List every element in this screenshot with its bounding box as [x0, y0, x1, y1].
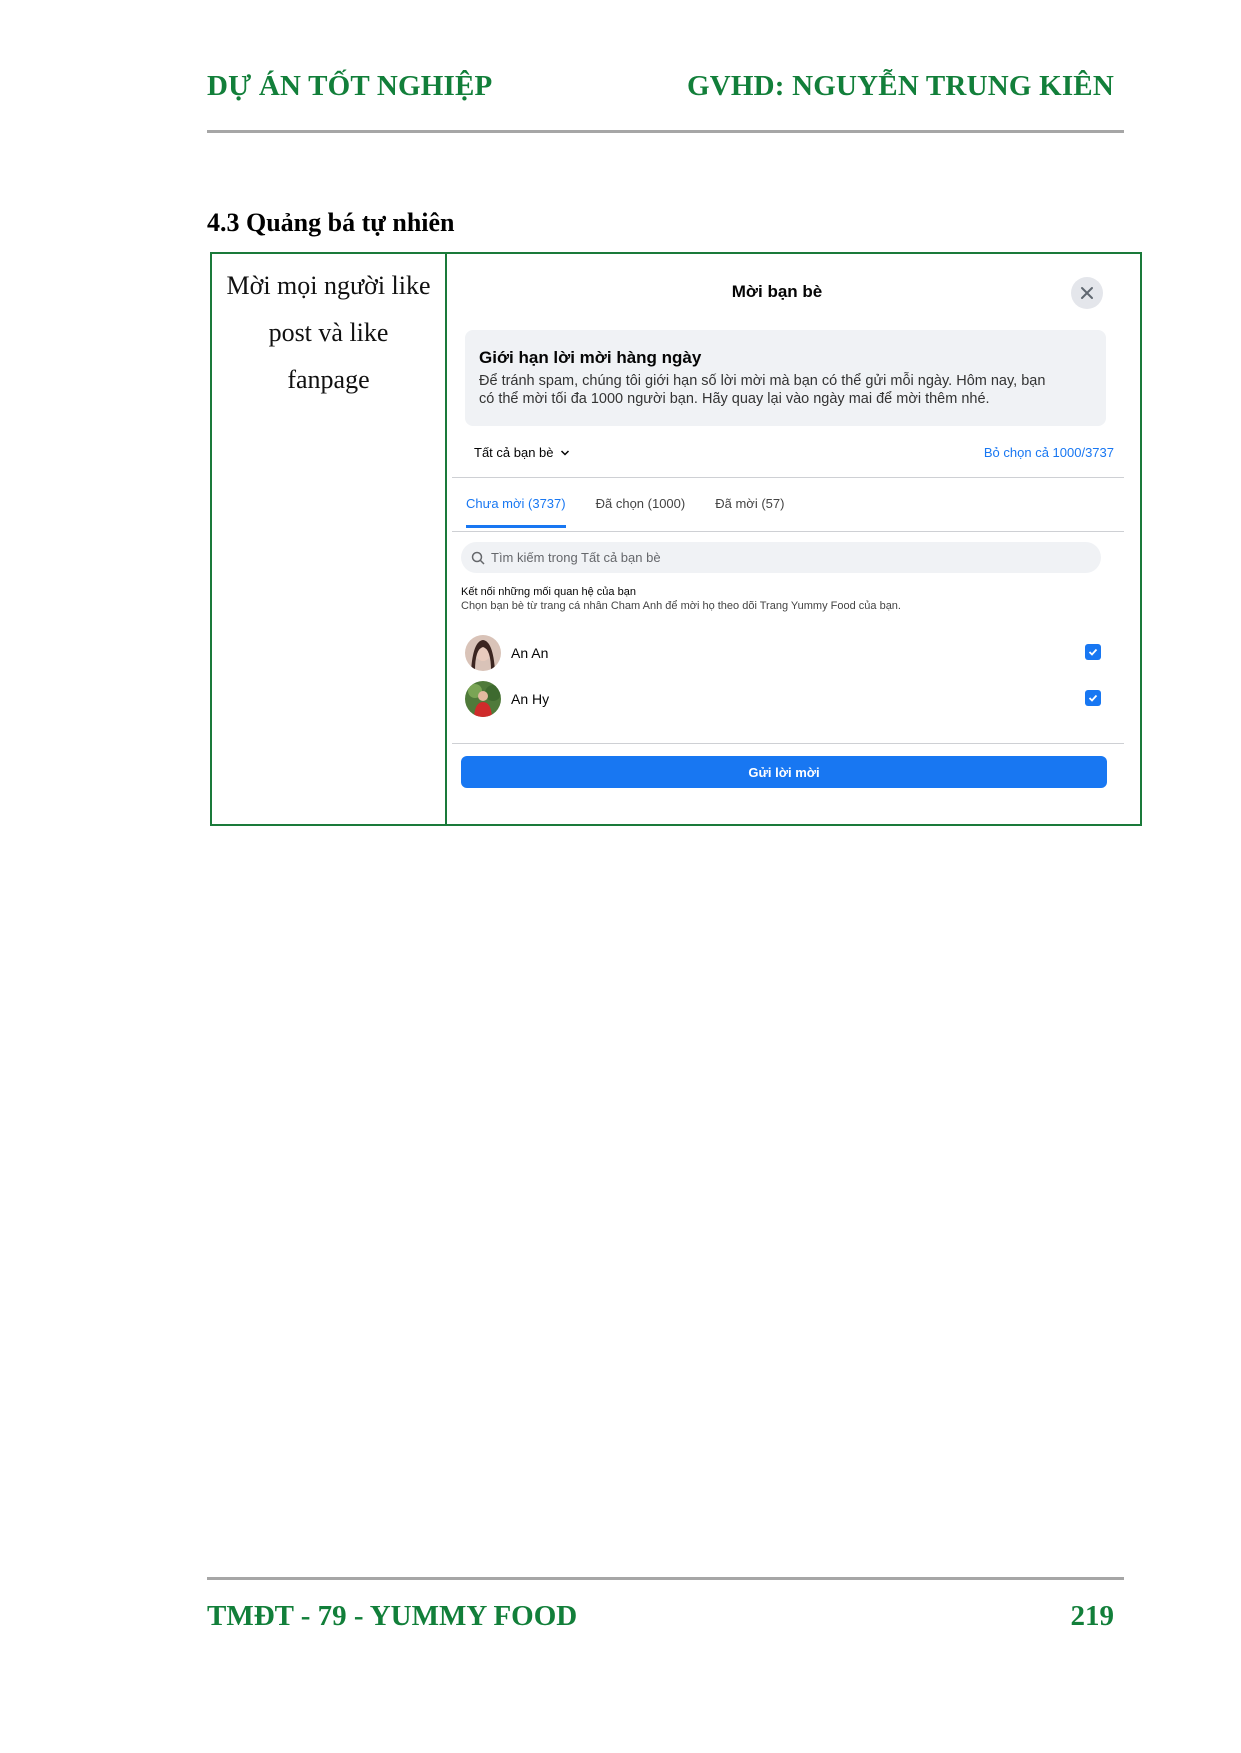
tab-not-invited[interactable]: Chưa mời (3737) — [466, 496, 566, 528]
header-advisor: GVHD: NGUYỄN TRUNG KIÊN — [686, 70, 1114, 102]
tab-selected[interactable]: Đã chọn (1000) — [596, 496, 686, 528]
friend-row[interactable]: An Hy — [465, 681, 1105, 717]
close-icon — [1081, 287, 1093, 299]
footer-title: TMĐT - 79 - YUMMY FOOD — [207, 1600, 578, 1632]
divider — [452, 531, 1124, 532]
friend-checkbox[interactable] — [1085, 644, 1101, 660]
tab-invited[interactable]: Đã mời (57) — [715, 496, 784, 528]
friend-name: An Hy — [511, 691, 550, 707]
description-line: post và like — [268, 318, 389, 347]
description-line: Mời mọi người like — [226, 271, 431, 300]
footer-rule — [207, 1577, 1124, 1580]
search-icon — [471, 551, 485, 565]
friends-search-input[interactable]: Tìm kiếm trong Tất cả bạn bè — [461, 542, 1101, 573]
header-rule — [207, 130, 1124, 133]
friends-filter-dropdown[interactable]: Tất cả bạn bè — [474, 445, 570, 460]
notice-text: Để tránh spam, chúng tôi giới hạn số lời… — [479, 372, 1089, 408]
divider — [452, 743, 1124, 744]
divider — [452, 477, 1124, 478]
avatar — [465, 681, 501, 717]
checkmark-icon — [1088, 694, 1098, 702]
friend-name: An An — [511, 645, 549, 661]
header-project-title: DỰ ÁN TỐT NGHIỆP — [207, 70, 493, 102]
friend-checkbox[interactable] — [1085, 690, 1101, 706]
send-invites-button[interactable]: Gửi lời mời — [461, 756, 1107, 788]
dialog-title: Mời bạn bè — [731, 282, 823, 301]
checkmark-icon — [1088, 648, 1098, 656]
description-cell: Mời mọi người like post và like fanpage — [212, 262, 445, 403]
invite-friends-dialog: Mời bạn bè Giới hạn lời mời hàng ngày Để… — [452, 256, 1124, 796]
invite-tabs: Chưa mời (3737) Đã chọn (1000) Đã mời (5… — [466, 496, 784, 528]
content-table: Mời mọi người like post và like fanpage … — [210, 252, 1142, 826]
chevron-down-icon — [560, 449, 569, 456]
table-divider — [445, 254, 447, 824]
section-title: 4.3 Quảng bá tự nhiên — [207, 208, 455, 237]
notice-title: Giới hạn lời mời hàng ngày — [479, 348, 702, 367]
page-number: 219 — [1070, 1600, 1115, 1632]
close-button[interactable] — [1071, 277, 1103, 309]
search-placeholder: Tìm kiếm trong Tất cả bạn bè — [491, 550, 661, 565]
connect-title: Kết nối những mối quan hệ của bạn — [461, 586, 636, 598]
daily-limit-notice: Giới hạn lời mời hàng ngày Để tránh spam… — [465, 330, 1106, 426]
avatar — [465, 635, 501, 671]
notice-text-line: Để tránh spam, chúng tôi giới hạn số lời… — [479, 373, 1046, 389]
deselect-all-link[interactable]: Bỏ chọn cả 1000/3737 — [984, 445, 1114, 460]
filter-label: Tất cả bạn bè — [474, 445, 554, 460]
connect-subtitle: Chọn bạn bè từ trang cá nhân Cham Anh để… — [461, 600, 901, 612]
description-line: fanpage — [287, 365, 370, 394]
notice-text-line: có thể mời tối đa 1000 người bạn. Hãy qu… — [479, 391, 990, 407]
friend-row[interactable]: An An — [465, 635, 1105, 671]
